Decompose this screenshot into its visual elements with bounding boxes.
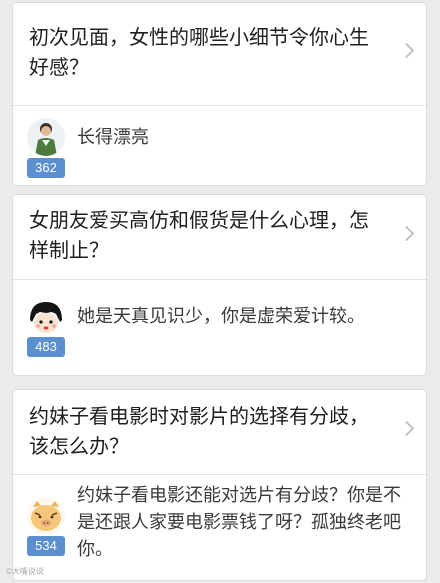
qa-feed: 初次见面，女性的哪些小细节令你心生好感？ 362 长得漂亮 女朋友爱买高仿和假货… bbox=[0, 0, 440, 583]
question-row[interactable]: 初次见面，女性的哪些小细节令你心生好感？ bbox=[13, 3, 426, 106]
question-text: 女朋友爱买高仿和假货是什么心理，怎样制止？ bbox=[29, 208, 369, 262]
watermark-text: ©大嘴说说 bbox=[6, 567, 44, 576]
question-text: 约妹子看电影时对影片的选择有分歧，该怎么办？ bbox=[29, 404, 369, 458]
chevron-right-icon bbox=[398, 42, 415, 59]
qa-card: 约妹子看电影时对影片的选择有分歧，该怎么办？ 534 约妹子看电影还能对选片有分… bbox=[12, 389, 427, 581]
answer-text: 约妹子看电影还能对选片有分歧？你是不是还跟人家要电影票钱了呀？孤独终老吧你。 bbox=[77, 485, 401, 560]
chevron-right-icon bbox=[398, 225, 415, 242]
answer-text: 她是天真见识少，你是虚荣爱计较。 bbox=[77, 306, 365, 327]
man-photo-avatar-icon[interactable] bbox=[27, 118, 65, 156]
cartoon-pig-avatar-icon[interactable] bbox=[27, 497, 65, 535]
vote-count-badge[interactable]: 534 bbox=[27, 536, 65, 556]
chevron-right-icon bbox=[398, 420, 415, 437]
qa-card: 女朋友爱买高仿和假货是什么心理，怎样制止？ 483 她是天真见识少，你是虚荣爱计… bbox=[12, 194, 427, 376]
vote-count-badge[interactable]: 483 bbox=[27, 337, 65, 357]
answer-text: 长得漂亮 bbox=[77, 127, 149, 148]
vote-count-badge[interactable]: 362 bbox=[27, 158, 65, 178]
question-row[interactable]: 女朋友爱买高仿和假货是什么心理，怎样制止？ bbox=[13, 195, 426, 280]
qa-card: 初次见面，女性的哪些小细节令你心生好感？ 362 长得漂亮 bbox=[12, 2, 427, 186]
question-row[interactable]: 约妹子看电影时对影片的选择有分歧，该怎么办？ bbox=[13, 390, 426, 475]
cartoon-girl-avatar-icon[interactable] bbox=[27, 298, 65, 336]
question-text: 初次见面，女性的哪些小细节令你心生好感？ bbox=[29, 25, 369, 79]
